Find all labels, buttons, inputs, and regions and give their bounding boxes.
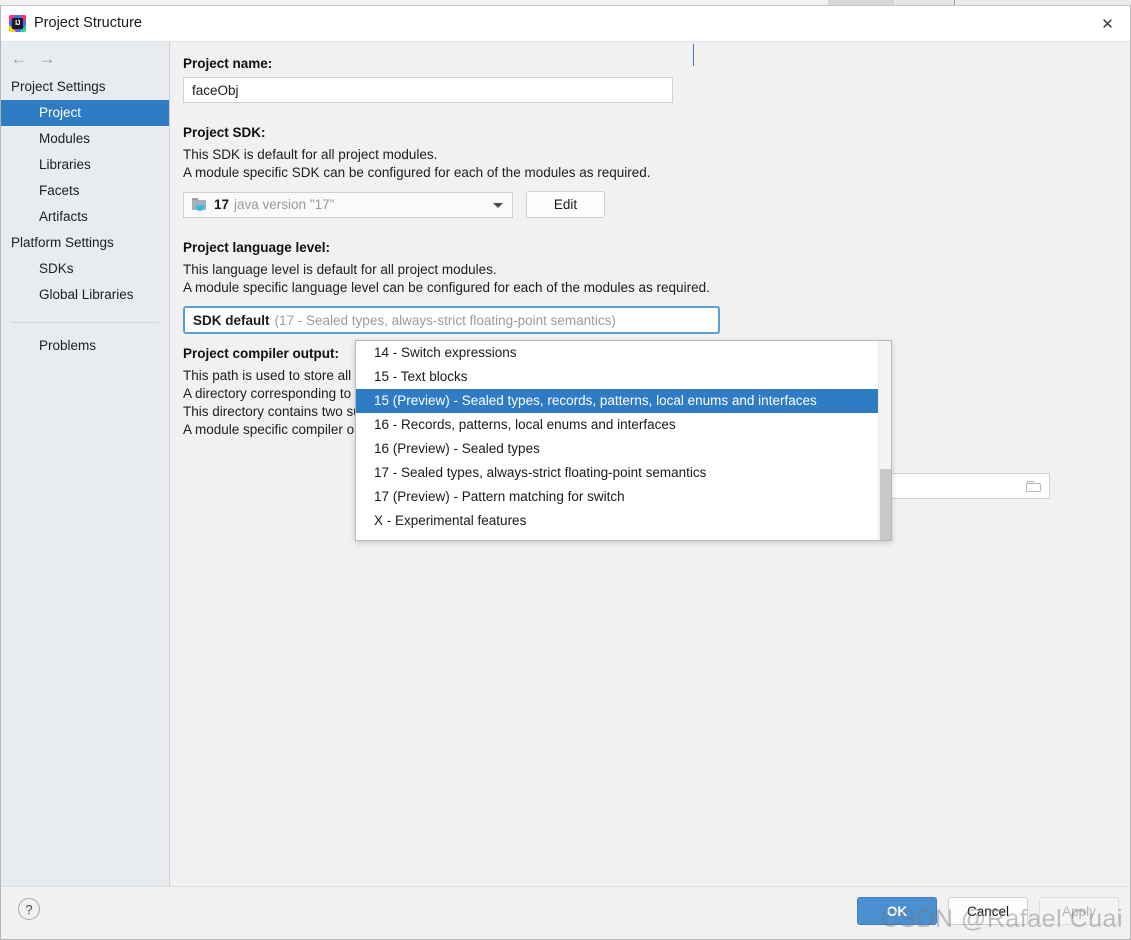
sidebar-item-libraries[interactable]: Libraries bbox=[1, 152, 169, 178]
back-arrow-icon[interactable]: ← bbox=[9, 49, 29, 69]
compiler-output-path-field[interactable] bbox=[877, 473, 1050, 499]
language-level-combobox[interactable]: SDK default (17 - Sealed types, always-s… bbox=[183, 306, 720, 334]
dropdown-item[interactable]: 14 - Switch expressions bbox=[356, 341, 891, 365]
dialog-footer: ? OK Cancel Apply bbox=[1, 886, 1130, 939]
dropdown-item[interactable]: X - Experimental features bbox=[356, 509, 891, 533]
project-sdk-desc-2: A module specific SDK can be configured … bbox=[183, 165, 651, 180]
sidebar-item-project[interactable]: Project bbox=[1, 100, 169, 126]
folder-icon[interactable] bbox=[1026, 481, 1041, 492]
project-sdk-value: 17 bbox=[214, 197, 230, 212]
project-sdk-combobox[interactable]: 17 java version "17" bbox=[183, 191, 513, 218]
project-settings-panel: Project name: Project SDK: This SDK is d… bbox=[170, 42, 1130, 886]
sidebar-item-sdks[interactable]: SDKs bbox=[1, 256, 169, 282]
project-structure-dialog: IJ Project Structure ✕ ← → Project Setti… bbox=[0, 5, 1131, 940]
settings-sidebar: ← → Project Settings Project Modules Lib… bbox=[1, 42, 170, 886]
ok-button[interactable]: OK bbox=[857, 897, 937, 925]
navigation-arrows: ← → bbox=[1, 42, 169, 74]
project-sdk-label: Project SDK: bbox=[183, 125, 266, 140]
project-name-input[interactable] bbox=[183, 77, 673, 103]
language-level-selected-detail: (17 - Sealed types, always-strict floati… bbox=[274, 312, 616, 328]
dropdown-scrollbar[interactable] bbox=[878, 341, 891, 540]
dropdown-item[interactable]: 16 (Preview) - Sealed types bbox=[356, 437, 891, 461]
sidebar-divider bbox=[11, 322, 159, 323]
project-sdk-version: java version "17" bbox=[234, 197, 335, 212]
dialog-titlebar: IJ Project Structure ✕ bbox=[1, 6, 1130, 42]
forward-arrow-icon[interactable]: → bbox=[37, 49, 57, 69]
sidebar-item-artifacts[interactable]: Artifacts bbox=[1, 204, 169, 230]
language-level-selected-value: SDK default bbox=[193, 312, 270, 328]
chevron-down-icon bbox=[493, 202, 503, 208]
dropdown-scrollbar-thumb[interactable] bbox=[880, 469, 891, 540]
language-level-desc-2: A module specific language level can be … bbox=[183, 280, 710, 295]
project-name-label: Project name: bbox=[183, 56, 273, 71]
project-language-level-section: Project language level: This language le… bbox=[183, 240, 1130, 334]
close-icon[interactable]: ✕ bbox=[1085, 6, 1130, 41]
app-icon-label: IJ bbox=[15, 20, 20, 27]
dropdown-item-selected[interactable]: 15 (Preview) - Sealed types, records, pa… bbox=[356, 389, 891, 413]
project-sdk-section: Project SDK: This SDK is default for all… bbox=[183, 125, 1130, 218]
dropdown-item[interactable]: 17 - Sealed types, always-strict floatin… bbox=[356, 461, 891, 485]
help-icon[interactable]: ? bbox=[18, 898, 40, 920]
text-caret bbox=[693, 44, 694, 66]
nav-group-platform-settings: Platform Settings bbox=[11, 235, 114, 250]
edit-sdk-button[interactable]: Edit bbox=[526, 191, 605, 218]
footer-button-group: OK Cancel Apply bbox=[857, 897, 1119, 925]
language-level-dropdown-popup[interactable]: 14 - Switch expressions 15 - Text blocks… bbox=[355, 340, 892, 541]
language-level-desc-1: This language level is default for all p… bbox=[183, 262, 497, 277]
nav-group-project-settings: Project Settings bbox=[11, 79, 106, 94]
sidebar-item-facets[interactable]: Facets bbox=[1, 178, 169, 204]
project-language-level-label: Project language level: bbox=[183, 240, 331, 255]
dropdown-item[interactable]: 16 - Records, patterns, local enums and … bbox=[356, 413, 891, 437]
sidebar-item-problems[interactable]: Problems bbox=[1, 333, 169, 359]
sidebar-item-global-libraries[interactable]: Global Libraries bbox=[1, 282, 169, 308]
apply-button[interactable]: Apply bbox=[1039, 897, 1119, 925]
dialog-title: Project Structure bbox=[34, 15, 142, 31]
dropdown-item[interactable]: 15 - Text blocks bbox=[356, 365, 891, 389]
intellij-idea-icon: IJ bbox=[9, 15, 26, 32]
project-sdk-row: 17 java version "17" Edit bbox=[183, 191, 1130, 218]
cancel-button[interactable]: Cancel bbox=[948, 897, 1028, 925]
project-sdk-desc-1: This SDK is default for all project modu… bbox=[183, 147, 438, 162]
dialog-body: ← → Project Settings Project Modules Lib… bbox=[1, 42, 1130, 886]
project-name-section: Project name: bbox=[183, 56, 1130, 103]
jdk-folder-icon bbox=[192, 197, 208, 212]
sidebar-item-modules[interactable]: Modules bbox=[1, 126, 169, 152]
dropdown-item[interactable]: 17 (Preview) - Pattern matching for swit… bbox=[356, 485, 891, 509]
